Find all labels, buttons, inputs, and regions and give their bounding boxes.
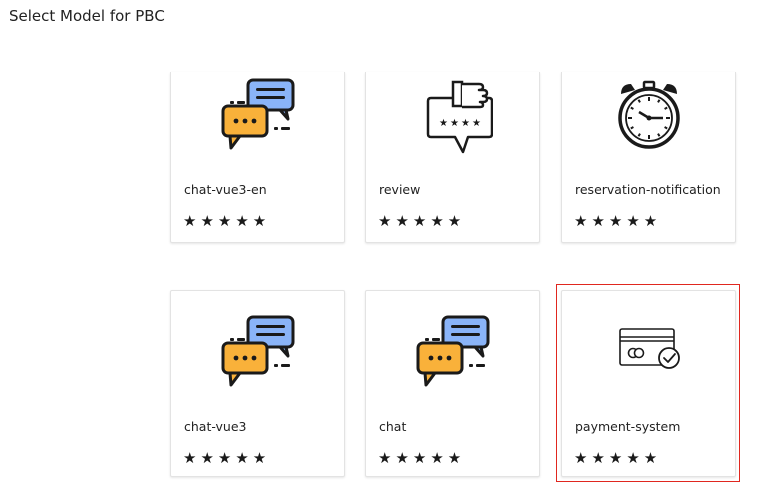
model-name: payment-system bbox=[575, 419, 681, 434]
chat-bubbles-icon bbox=[218, 313, 298, 393]
model-name: review bbox=[379, 182, 421, 197]
model-name: reservation-notification bbox=[575, 182, 721, 197]
star-rating: ★★★★★ bbox=[574, 212, 662, 230]
star-rating: ★★★★★ bbox=[574, 449, 662, 467]
model-card-chat-vue3[interactable]: chat-vue3 ★★★★★ bbox=[170, 290, 345, 477]
svg-text:★: ★ bbox=[450, 118, 459, 129]
star-rating: ★★★★★ bbox=[378, 212, 466, 230]
model-card-chat-vue3-en[interactable]: chat-vue3-en ★★★★★ bbox=[170, 72, 345, 243]
star-rating: ★★★★★ bbox=[183, 212, 271, 230]
model-name: chat-vue3-en bbox=[184, 182, 267, 197]
star-rating: ★★★★★ bbox=[183, 449, 271, 467]
review-thumbs-up-icon: ★ ★ ★ ★ bbox=[413, 76, 493, 156]
model-card-review[interactable]: ★ ★ ★ ★ review ★★★★★ bbox=[365, 72, 540, 243]
credit-card-check-icon bbox=[609, 313, 689, 393]
svg-text:★: ★ bbox=[439, 118, 448, 129]
chat-bubbles-icon bbox=[413, 313, 493, 393]
alarm-clock-icon bbox=[609, 76, 689, 156]
svg-text:★: ★ bbox=[472, 118, 481, 129]
chat-bubbles-icon bbox=[218, 76, 298, 156]
svg-text:★: ★ bbox=[461, 118, 470, 129]
model-card-payment-system[interactable]: payment-system ★★★★★ bbox=[561, 290, 736, 477]
model-name: chat-vue3 bbox=[184, 419, 247, 434]
star-rating: ★★★★★ bbox=[378, 449, 466, 467]
model-card-reservation-notification[interactable]: reservation-notification ★★★★★ bbox=[561, 72, 736, 243]
model-name: chat bbox=[379, 419, 407, 434]
model-grid: chat-vue3-en ★★★★★ ★ ★ ★ ★ review ★★★★★ bbox=[0, 0, 757, 494]
model-card-chat[interactable]: chat ★★★★★ bbox=[365, 290, 540, 477]
